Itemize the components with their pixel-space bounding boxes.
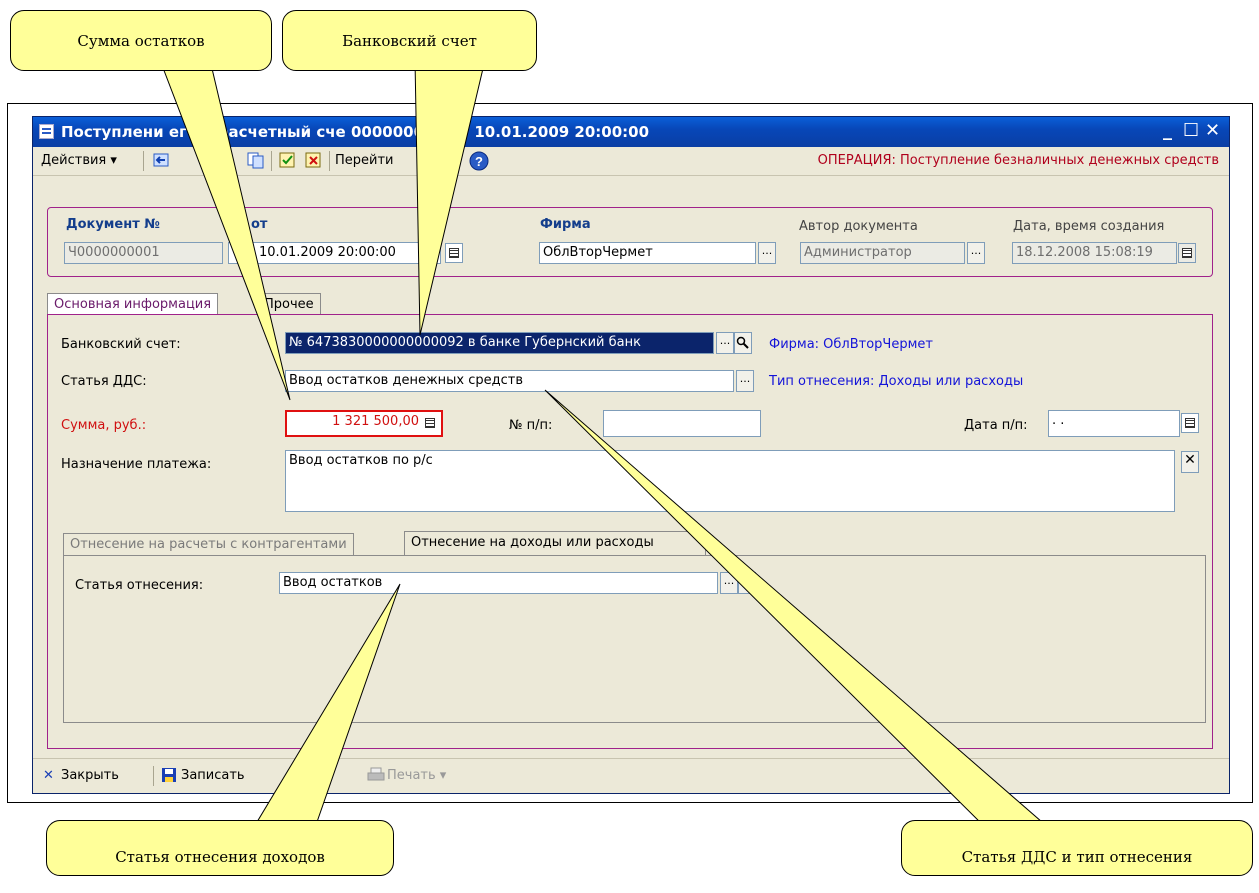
callout-dds: Статья ДДС и тип отнесения bbox=[901, 820, 1253, 876]
callout-bank-account: Банковский счет bbox=[282, 10, 537, 71]
bank-callout-pointer bbox=[414, 59, 486, 336]
dds-callout-pointer bbox=[544, 389, 1067, 843]
article-callout-pointer bbox=[244, 583, 401, 843]
callout-article: Статья отнесения доходов bbox=[46, 820, 394, 876]
callout-sum: Сумма остатков bbox=[10, 10, 272, 71]
callout-pointers bbox=[159, 59, 1067, 843]
sum-callout-pointer bbox=[159, 59, 291, 401]
